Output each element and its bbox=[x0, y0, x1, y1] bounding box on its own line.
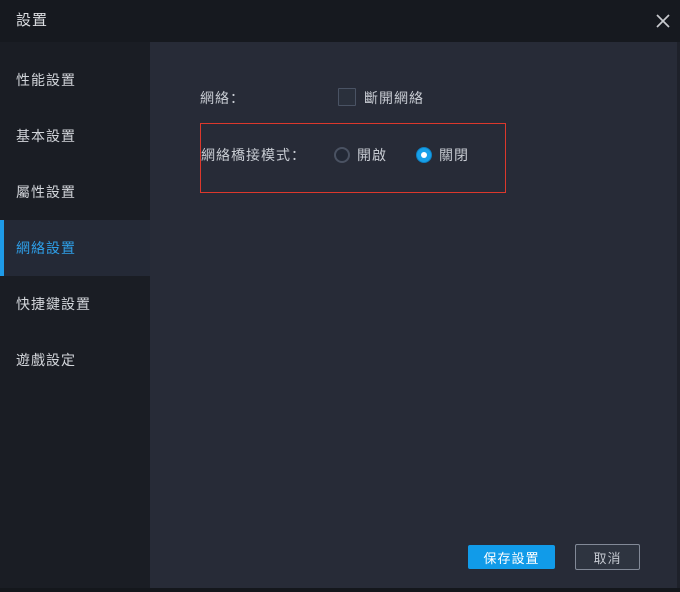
bridge-mode-label: 網絡橋接模式： bbox=[201, 147, 306, 163]
network-settings-panel: 網絡： 斷開網絡 網絡橋接模式： 開啟 關閉 保存設置 取消 bbox=[150, 42, 680, 588]
settings-window: 設置 性能設置 基本設置 屬性設置 網絡設置 快捷鍵設置 遊戲設定 網絡： 斷開… bbox=[0, 0, 680, 592]
bridge-on-radio[interactable] bbox=[334, 147, 350, 163]
window-bottom-edge bbox=[0, 588, 680, 592]
sidebar-item-performance[interactable]: 性能設置 bbox=[0, 52, 150, 108]
settings-sidebar: 性能設置 基本設置 屬性設置 網絡設置 快捷鍵設置 遊戲設定 bbox=[0, 42, 150, 588]
cancel-button[interactable]: 取消 bbox=[575, 544, 640, 570]
save-settings-button[interactable]: 保存設置 bbox=[468, 545, 555, 569]
title-bar: 設置 bbox=[0, 0, 680, 42]
disconnect-network-checkbox[interactable] bbox=[338, 88, 356, 106]
sidebar-item-basic[interactable]: 基本設置 bbox=[0, 108, 150, 164]
close-button[interactable] bbox=[653, 11, 673, 31]
bridge-off-radio[interactable] bbox=[416, 147, 432, 163]
disconnect-network-label: 斷開網絡 bbox=[364, 90, 424, 106]
bridge-on-label: 開啟 bbox=[357, 147, 387, 163]
close-icon bbox=[655, 13, 671, 29]
sidebar-item-property[interactable]: 屬性設置 bbox=[0, 164, 150, 220]
sidebar-item-game[interactable]: 遊戲設定 bbox=[0, 332, 150, 388]
network-label: 網絡： bbox=[200, 90, 245, 106]
sidebar-item-hotkey[interactable]: 快捷鍵設置 bbox=[0, 276, 150, 332]
sidebar-item-network[interactable]: 網絡設置 bbox=[0, 220, 150, 276]
window-title: 設置 bbox=[16, 0, 48, 42]
bridge-off-label: 關閉 bbox=[439, 147, 469, 163]
